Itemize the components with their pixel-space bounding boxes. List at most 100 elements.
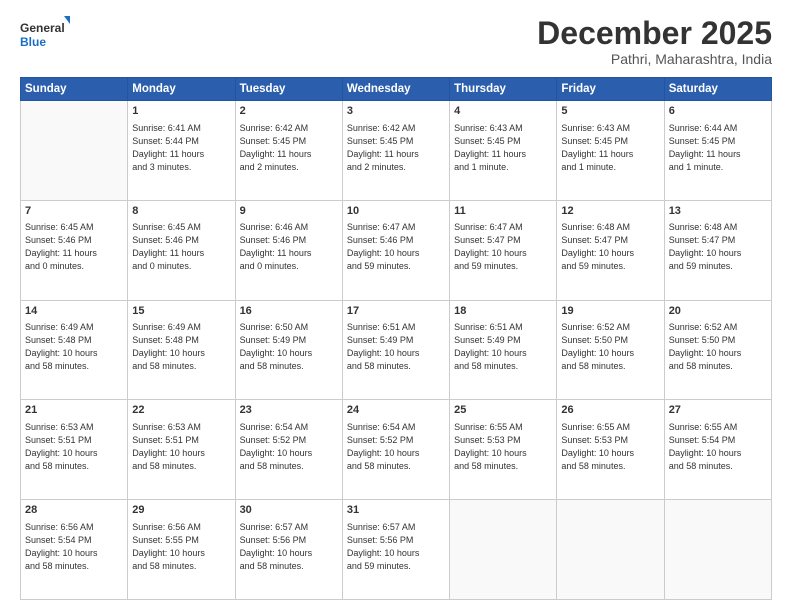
day-info: Sunrise: 6:55 AMSunset: 5:53 PMDaylight:… [561,421,659,473]
day-number: 14 [25,304,123,319]
calendar-cell: 15 Sunrise: 6:49 AMSunset: 5:48 PMDayligh… [128,300,235,400]
day-number: 25 [454,403,552,418]
day-info: Sunrise: 6:45 AMSunset: 5:46 PMDaylight:… [132,221,230,273]
day-number: 18 [454,304,552,319]
day-number: 5 [561,104,659,119]
day-info: Sunrise: 6:53 AMSunset: 5:51 PMDaylight:… [25,421,123,473]
calendar-cell: 20 Sunrise: 6:52 AMSunset: 5:50 PMDayligh… [664,300,771,400]
dow-header-wednesday: Wednesday [342,78,449,101]
calendar-cell: 28Sunrise: 6:56 AMSunset: 5:54 PMDayligh… [21,500,128,600]
calendar-cell: 1 Sunrise: 6:41 AMSunset: 5:44 PMDaylight… [128,101,235,201]
day-info: Sunrise: 6:55 AMSunset: 5:53 PMDaylight:… [454,421,552,473]
calendar-cell [664,500,771,600]
month-title: December 2025 [537,16,772,51]
day-info: Sunrise: 6:48 AMSunset: 5:47 PMDaylight:… [669,221,767,273]
calendar-cell: 22 Sunrise: 6:53 AMSunset: 5:51 PMDayligh… [128,400,235,500]
day-number: 28 [25,503,123,518]
dow-header-saturday: Saturday [664,78,771,101]
day-number: 4 [454,104,552,119]
calendar-cell: 25 Sunrise: 6:55 AMSunset: 5:53 PMDayligh… [450,400,557,500]
day-info: Sunrise: 6:45 AMSunset: 5:46 PMDaylight:… [25,221,123,273]
day-info: Sunrise: 6:50 AMSunset: 5:49 PMDaylight:… [240,321,338,373]
day-number: 31 [347,503,445,518]
dow-header-sunday: Sunday [21,78,128,101]
day-info: Sunrise: 6:52 AMSunset: 5:50 PMDaylight:… [669,321,767,373]
day-number: 22 [132,403,230,418]
calendar-cell: 3 Sunrise: 6:42 AMSunset: 5:45 PMDaylight… [342,101,449,201]
day-number: 1 [132,104,230,119]
week-row-3: 14 Sunrise: 6:49 AMSunset: 5:48 PMDayligh… [21,300,772,400]
day-info: Sunrise: 6:53 AMSunset: 5:51 PMDaylight:… [132,421,230,473]
calendar-table: SundayMondayTuesdayWednesdayThursdayFrid… [20,77,772,600]
day-info: Sunrise: 6:47 AMSunset: 5:47 PMDaylight:… [454,221,552,273]
svg-text:Blue: Blue [20,35,46,49]
day-number: 23 [240,403,338,418]
calendar-cell: 26 Sunrise: 6:55 AMSunset: 5:53 PMDayligh… [557,400,664,500]
day-number: 10 [347,204,445,219]
day-number: 2 [240,104,338,119]
calendar-cell: 5 Sunrise: 6:43 AMSunset: 5:45 PMDaylight… [557,101,664,201]
calendar-cell: 2Sunrise: 6:42 AMSunset: 5:45 PMDaylight… [235,101,342,201]
day-number: 8 [132,204,230,219]
day-info: Sunrise: 6:41 AMSunset: 5:44 PMDaylight:… [132,122,230,174]
week-row-4: 21 Sunrise: 6:53 AMSunset: 5:51 PMDayligh… [21,400,772,500]
day-info: Sunrise: 6:43 AMSunset: 5:45 PMDaylight:… [561,122,659,174]
day-number: 9 [240,204,338,219]
calendar-cell: 13Sunrise: 6:48 AMSunset: 5:47 PMDayligh… [664,200,771,300]
calendar-cell: 12 Sunrise: 6:48 AMSunset: 5:47 PMDayligh… [557,200,664,300]
day-info: Sunrise: 6:54 AMSunset: 5:52 PMDaylight:… [347,421,445,473]
calendar-cell: 23Sunrise: 6:54 AMSunset: 5:52 PMDayligh… [235,400,342,500]
day-info: Sunrise: 6:51 AMSunset: 5:49 PMDaylight:… [347,321,445,373]
day-number: 12 [561,204,659,219]
day-number: 6 [669,104,767,119]
day-info: Sunrise: 6:49 AMSunset: 5:48 PMDaylight:… [132,321,230,373]
calendar-cell: 14 Sunrise: 6:49 AMSunset: 5:48 PMDayligh… [21,300,128,400]
logo-svg: General Blue [20,16,70,52]
calendar-cell: 8 Sunrise: 6:45 AMSunset: 5:46 PMDaylight… [128,200,235,300]
dow-header-monday: Monday [128,78,235,101]
week-row-1: 1 Sunrise: 6:41 AMSunset: 5:44 PMDaylight… [21,101,772,201]
page: General Blue December 2025 Pathri, Mahar… [0,0,792,612]
day-number: 11 [454,204,552,219]
day-number: 15 [132,304,230,319]
calendar-cell [21,101,128,201]
calendar-cell: 27 Sunrise: 6:55 AMSunset: 5:54 PMDayligh… [664,400,771,500]
day-number: 26 [561,403,659,418]
day-number: 20 [669,304,767,319]
calendar-cell: 16Sunrise: 6:50 AMSunset: 5:49 PMDayligh… [235,300,342,400]
day-number: 29 [132,503,230,518]
day-info: Sunrise: 6:42 AMSunset: 5:45 PMDaylight:… [347,122,445,174]
calendar-cell: 31 Sunrise: 6:57 AMSunset: 5:56 PMDayligh… [342,500,449,600]
header: General Blue December 2025 Pathri, Mahar… [20,16,772,67]
day-number: 7 [25,204,123,219]
day-number: 27 [669,403,767,418]
day-info: Sunrise: 6:51 AMSunset: 5:49 PMDaylight:… [454,321,552,373]
calendar-cell: 21 Sunrise: 6:53 AMSunset: 5:51 PMDayligh… [21,400,128,500]
day-info: Sunrise: 6:57 AMSunset: 5:56 PMDaylight:… [240,521,338,573]
calendar-cell: 24 Sunrise: 6:54 AMSunset: 5:52 PMDayligh… [342,400,449,500]
dow-header-tuesday: Tuesday [235,78,342,101]
day-number: 21 [25,403,123,418]
day-info: Sunrise: 6:55 AMSunset: 5:54 PMDaylight:… [669,421,767,473]
day-info: Sunrise: 6:43 AMSunset: 5:45 PMDaylight:… [454,122,552,174]
calendar-cell: 19Sunrise: 6:52 AMSunset: 5:50 PMDayligh… [557,300,664,400]
title-block: December 2025 Pathri, Maharashtra, India [537,16,772,67]
week-row-2: 7 Sunrise: 6:45 AMSunset: 5:46 PMDaylight… [21,200,772,300]
calendar-cell: 4 Sunrise: 6:43 AMSunset: 5:45 PMDaylight… [450,101,557,201]
location: Pathri, Maharashtra, India [537,51,772,67]
day-info: Sunrise: 6:48 AMSunset: 5:47 PMDaylight:… [561,221,659,273]
day-info: Sunrise: 6:56 AMSunset: 5:55 PMDaylight:… [132,521,230,573]
day-number: 24 [347,403,445,418]
calendar-cell: 9 Sunrise: 6:46 AMSunset: 5:46 PMDaylight… [235,200,342,300]
calendar-cell: 29 Sunrise: 6:56 AMSunset: 5:55 PMDayligh… [128,500,235,600]
day-info: Sunrise: 6:46 AMSunset: 5:46 PMDaylight:… [240,221,338,273]
day-number: 17 [347,304,445,319]
dow-header-friday: Friday [557,78,664,101]
calendar-cell: 17 Sunrise: 6:51 AMSunset: 5:49 PMDayligh… [342,300,449,400]
day-info: Sunrise: 6:57 AMSunset: 5:56 PMDaylight:… [347,521,445,573]
dow-header-thursday: Thursday [450,78,557,101]
day-number: 19 [561,304,659,319]
calendar-cell [450,500,557,600]
day-info: Sunrise: 6:49 AMSunset: 5:48 PMDaylight:… [25,321,123,373]
day-number: 3 [347,104,445,119]
